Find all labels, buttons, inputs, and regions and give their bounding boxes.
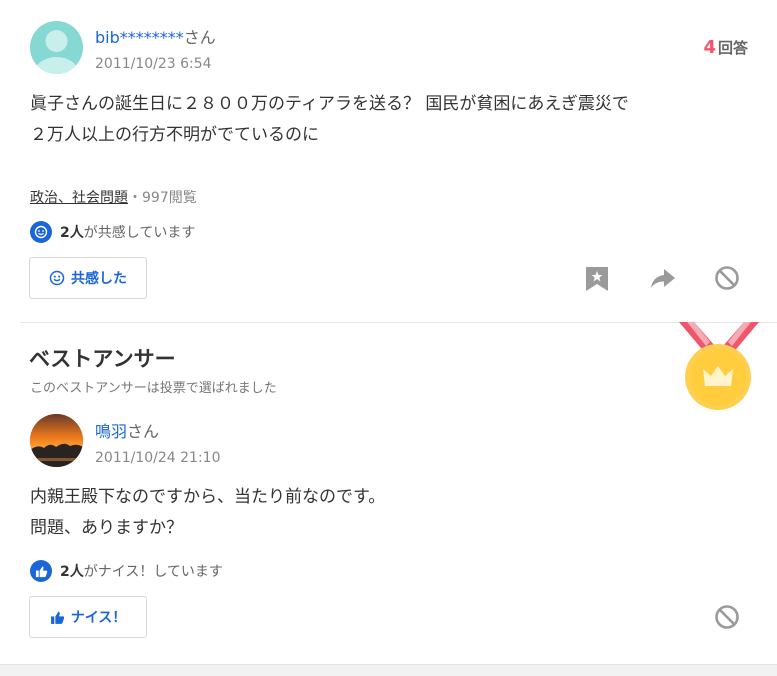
nice-status: 2人がナイス！しています: [30, 560, 223, 582]
question-text-line2: ２万人以上の行方不明がでているのに: [30, 125, 319, 145]
answer-user-name[interactable]: 鳴羽: [95, 422, 127, 441]
question-text-line1: 眞子さんの誕生日に２８００万のティアラを送る？ 国民が貧困にあえぎ震災で: [30, 94, 629, 114]
nice-button[interactable]: ナイス！: [29, 596, 147, 638]
best-answer-heading: ベストアンサー: [29, 347, 176, 371]
answer-text-line1: 内親王殿下なのですから、当たり前なのです。: [30, 487, 386, 507]
question-text: 眞子さんの誕生日に２８００万のティアラを送る？ 国民が貧困にあえぎ震災で ２万人…: [30, 89, 760, 151]
question-user: bib********さん: [95, 24, 216, 48]
answer-count[interactable]: 4 回答: [703, 37, 748, 58]
view-count: 997閲覧: [142, 190, 197, 206]
question-meta: 政治、社会問題・997閲覧: [30, 187, 197, 207]
answer-text: 内親王殿下なのですから、当たり前なのです。 問題、ありますか？: [30, 482, 750, 544]
empathy-smile-icon: [30, 221, 52, 243]
sunset-photo-icon: [30, 414, 83, 467]
answer-text-line2: 問題、ありますか？: [30, 518, 183, 538]
question-user-name[interactable]: bib********: [95, 28, 184, 47]
nice-button-label: ナイス！: [70, 610, 127, 626]
answer-count-label: 回答: [717, 39, 748, 57]
share-icon[interactable]: [650, 268, 676, 294]
answer-user-avatar[interactable]: [30, 414, 83, 467]
section-divider: [20, 322, 777, 323]
best-answer-subheading: このベストアンサーは投票で選ばれました: [30, 381, 277, 396]
nice-count: 2人: [60, 564, 84, 580]
answer-user-suffix: さん: [127, 422, 160, 441]
empathy-text: が共感しています: [83, 225, 196, 241]
bottom-separator: [0, 664, 777, 676]
question-user-suffix: さん: [183, 28, 216, 47]
thumbs-up-badge-icon: [30, 560, 52, 582]
block-icon[interactable]: [714, 265, 740, 295]
answer-date: 2011/10/24 21:10: [95, 450, 221, 466]
answer-block-icon[interactable]: [714, 604, 740, 634]
question-date: 2011/10/23 6:54: [95, 56, 212, 72]
empathy-status: 2人が共感しています: [30, 221, 195, 243]
empathy-button[interactable]: 共感した: [29, 257, 147, 299]
category-link[interactable]: 政治、社会問題: [30, 190, 128, 206]
empathy-button-label: 共感した: [71, 271, 127, 287]
smile-icon: [49, 270, 65, 286]
default-user-icon: [34, 30, 79, 74]
bookmark-icon[interactable]: [585, 266, 609, 296]
empathy-count: 2人: [60, 225, 84, 241]
answer-count-number: 4: [703, 37, 716, 58]
thumbs-up-icon: [50, 611, 64, 624]
best-answer-medal-icon: [677, 322, 761, 416]
meta-separator: ・: [128, 190, 142, 206]
question-user-avatar[interactable]: [30, 21, 83, 74]
nice-text: がナイス！しています: [83, 564, 223, 580]
answer-user: 鳴羽さん: [95, 418, 159, 442]
